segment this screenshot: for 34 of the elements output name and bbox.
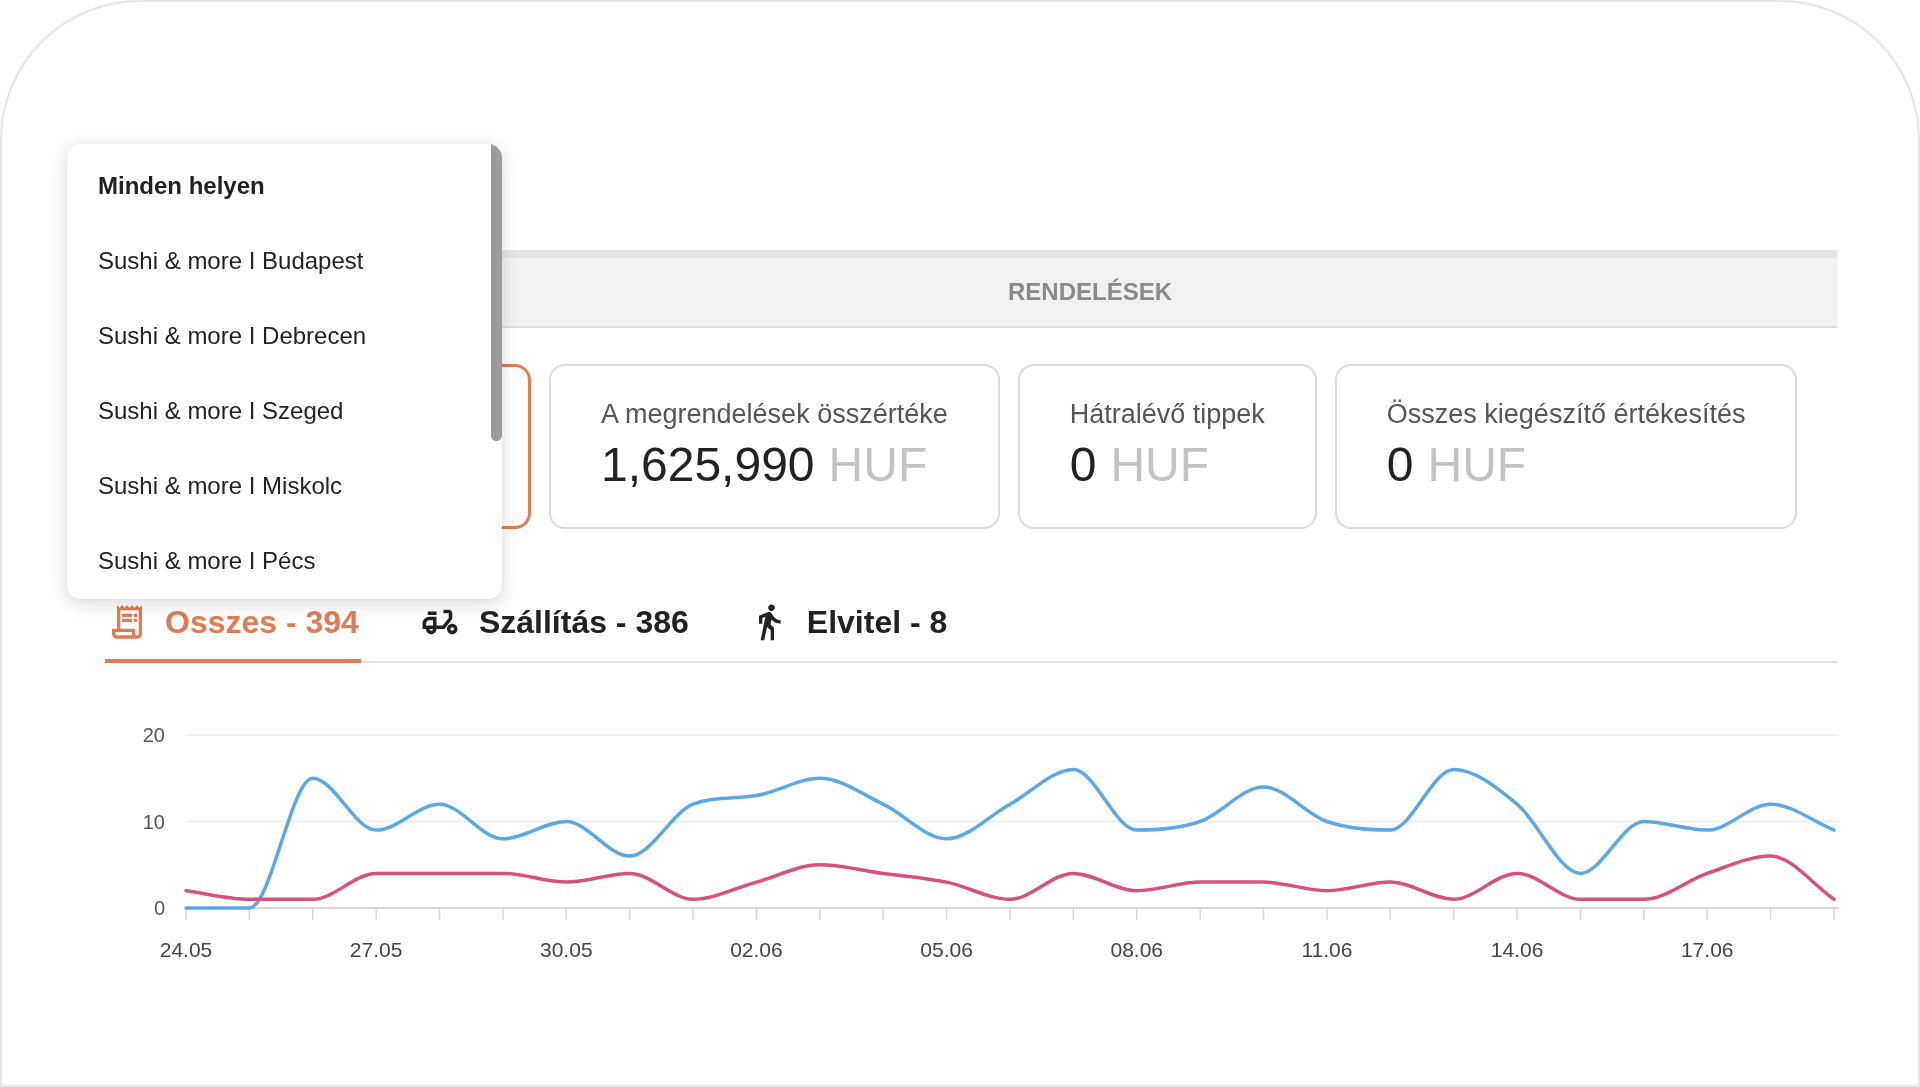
stat-label: A megrendelések összértéke xyxy=(601,399,948,430)
x-axis-label: 14.06 xyxy=(1490,938,1544,961)
stat-value: 1,625,990 xyxy=(601,437,815,493)
x-axis-label: 11.06 xyxy=(1301,938,1353,961)
menu-option[interactable]: Minden helyen xyxy=(67,148,491,223)
y-axis-label: 0 xyxy=(153,897,165,919)
x-axis-label: 08.06 xyxy=(1110,938,1164,961)
x-axis-label: 02.06 xyxy=(730,938,783,961)
stat-card[interactable]: Hátralévő tippek 0 HUF xyxy=(1017,364,1317,529)
section-title: RENDELÉSEK xyxy=(1008,278,1172,306)
scrollbar[interactable] xyxy=(491,144,502,441)
order-tab[interactable]: Elvitel - 8 xyxy=(746,601,950,663)
stat-label: Hátralévő tippek xyxy=(1069,399,1265,430)
stat-label: Összes kiegészítő értékesítés xyxy=(1386,399,1746,430)
currency-unit: HUF xyxy=(828,437,928,493)
y-axis-label: 10 xyxy=(142,810,165,833)
x-axis-label: 27.05 xyxy=(349,938,403,961)
x-axis-label: 24.05 xyxy=(159,938,213,961)
menu-option[interactable]: Sushi & more I Pécs xyxy=(67,523,491,598)
currency-unit: HUF xyxy=(1110,437,1210,493)
menu-option[interactable]: Sushi & more I Szeged xyxy=(67,373,491,448)
x-axis-label: 17.06 xyxy=(1680,938,1734,961)
menu-option[interactable]: Sushi & more I Budapest xyxy=(67,223,491,298)
y-axis-label: 20 xyxy=(142,724,165,746)
currency-unit: HUF xyxy=(1427,437,1527,493)
menu-option[interactable]: Sushi & more I Miskolc xyxy=(67,448,491,523)
stat-card[interactable]: A megrendelések összértéke 1,625,990 HUF xyxy=(549,364,1000,529)
x-axis-label: 05.06 xyxy=(920,938,973,961)
stat-value: 0 xyxy=(1069,437,1097,493)
stat-value: 0 xyxy=(1386,437,1414,493)
order-tab[interactable]: Szállítás - 386 xyxy=(416,601,691,663)
x-axis-label: 30.05 xyxy=(540,938,593,961)
menu-option[interactable]: Sushi & more I Debrecen xyxy=(67,298,491,373)
stat-card[interactable]: Összes kiegészítő értékesítés 0 HUF xyxy=(1334,364,1798,529)
